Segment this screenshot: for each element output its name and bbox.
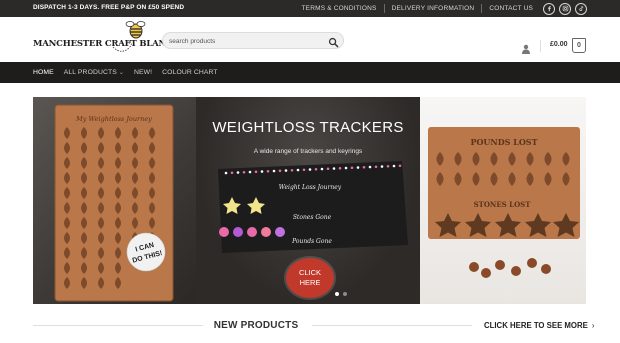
- wooden-tracker-board-illustration: I CAN DO THIS! My Weightloss Journey: [54, 104, 174, 302]
- cart-total[interactable]: £0.00: [550, 41, 568, 48]
- mid-board-line-1: Weight Loss Journey: [279, 184, 342, 191]
- instagram-icon[interactable]: [559, 2, 571, 15]
- banner-cta-button[interactable]: CLICK HERE: [286, 258, 334, 298]
- banner-title: WEIGHTLOSS TRACKERS: [212, 119, 404, 136]
- slider-dots: [333, 292, 349, 296]
- terms-link[interactable]: TERMS & CONDITIONS: [301, 5, 376, 12]
- banner-subtitle: A wide range of trackers and keyrings: [253, 148, 363, 155]
- divider: [540, 40, 541, 52]
- bead: [368, 165, 372, 169]
- banner-right-image: POUNDS LOST STONES LOST: [420, 97, 586, 304]
- bead: [386, 164, 390, 168]
- account-icon[interactable]: [521, 41, 531, 54]
- bead: [254, 170, 258, 174]
- bead: [278, 169, 282, 173]
- bead: [374, 165, 378, 169]
- bead: [236, 171, 240, 174]
- search-input[interactable]: [169, 35, 319, 47]
- pounds-lost-board-illustration: POUNDS LOST STONES LOST: [428, 127, 580, 278]
- mid-board-line-2: Stones Gone: [293, 214, 332, 221]
- see-more-link[interactable]: CLICK HERE TO SEE MORE ›: [484, 321, 594, 330]
- right-board-title: POUNDS LOST: [470, 137, 537, 147]
- top-bar: DISPATCH 1-3 DAYS. FREE P&P ON £50 SPEND…: [0, 0, 620, 17]
- mid-board-line-3: Pounds Gone: [291, 238, 332, 245]
- bead: [344, 166, 348, 170]
- bead: [266, 169, 270, 173]
- dispatch-notice: DISPATCH 1-3 DAYS. FREE P&P ON £50 SPEND: [33, 4, 185, 11]
- slider-dot-1[interactable]: [335, 292, 339, 296]
- top-links: TERMS & CONDITIONS DELIVERY INFORMATION …: [301, 0, 587, 17]
- bead: [308, 168, 312, 171]
- cta-line-2: HERE: [299, 278, 321, 287]
- new-products-heading: NEW PRODUCTS: [213, 320, 299, 331]
- chevron-down-icon: ⌄: [118, 70, 125, 76]
- nav-item-colour-chart[interactable]: COLOUR CHART: [162, 69, 217, 76]
- divider: [481, 4, 483, 13]
- bead: [314, 167, 318, 171]
- site-header: MANCHESTER CRAFT BLANKS £0.00 0: [0, 17, 620, 62]
- nav-item-new[interactable]: NEW!: [134, 69, 152, 76]
- cart-icon[interactable]: 0: [572, 38, 586, 53]
- bead: [260, 170, 264, 173]
- facebook-icon[interactable]: [543, 2, 555, 15]
- bead: [302, 168, 306, 172]
- hero-banner[interactable]: I CAN DO THIS! My Weightloss Journey Wei…: [33, 97, 586, 304]
- logo-text: MANCHESTER CRAFT BLANKS: [33, 39, 180, 49]
- divider: [312, 325, 472, 326]
- bead: [356, 166, 360, 169]
- bead: [230, 171, 234, 175]
- bead: [296, 168, 300, 172]
- nav-item-all-products[interactable]: ALL PRODUCTS ⌄: [64, 69, 124, 76]
- banner-left-image: I CAN DO THIS! My Weightloss Journey: [33, 97, 196, 304]
- divider: [383, 4, 385, 13]
- bead: [380, 165, 384, 168]
- divider: [33, 325, 203, 326]
- bead: [350, 166, 354, 170]
- bead: [326, 167, 330, 171]
- bead: [332, 167, 336, 170]
- bead: [224, 171, 228, 175]
- bead: [362, 165, 366, 169]
- search-icon[interactable]: [328, 35, 339, 48]
- delivery-info-link[interactable]: DELIVERY INFORMATION: [392, 5, 475, 12]
- bead: [242, 170, 246, 174]
- bead: [248, 170, 252, 174]
- bead: [338, 166, 342, 170]
- search-bar[interactable]: [162, 32, 344, 49]
- tiktok-icon[interactable]: [575, 2, 587, 15]
- left-board-title: My Weightloss Journey: [75, 115, 152, 123]
- cta-line-1: CLICK: [298, 268, 322, 277]
- bead: [284, 169, 288, 172]
- chevron-right-icon: ›: [591, 321, 595, 330]
- bead: [392, 164, 396, 168]
- bead: [398, 164, 402, 168]
- nav-item-home[interactable]: HOME: [33, 69, 54, 76]
- right-board-sub: STONES LOST: [474, 200, 532, 209]
- main-nav: HOME ALL PRODUCTS ⌄ NEW! COLOUR CHART: [0, 62, 620, 83]
- slider-dot-2[interactable]: [343, 292, 347, 296]
- bead: [320, 167, 324, 171]
- contact-link[interactable]: CONTACT US: [489, 5, 533, 12]
- bead: [272, 169, 276, 173]
- site-logo[interactable]: MANCHESTER CRAFT BLANKS: [33, 21, 179, 59]
- bead: [290, 168, 294, 172]
